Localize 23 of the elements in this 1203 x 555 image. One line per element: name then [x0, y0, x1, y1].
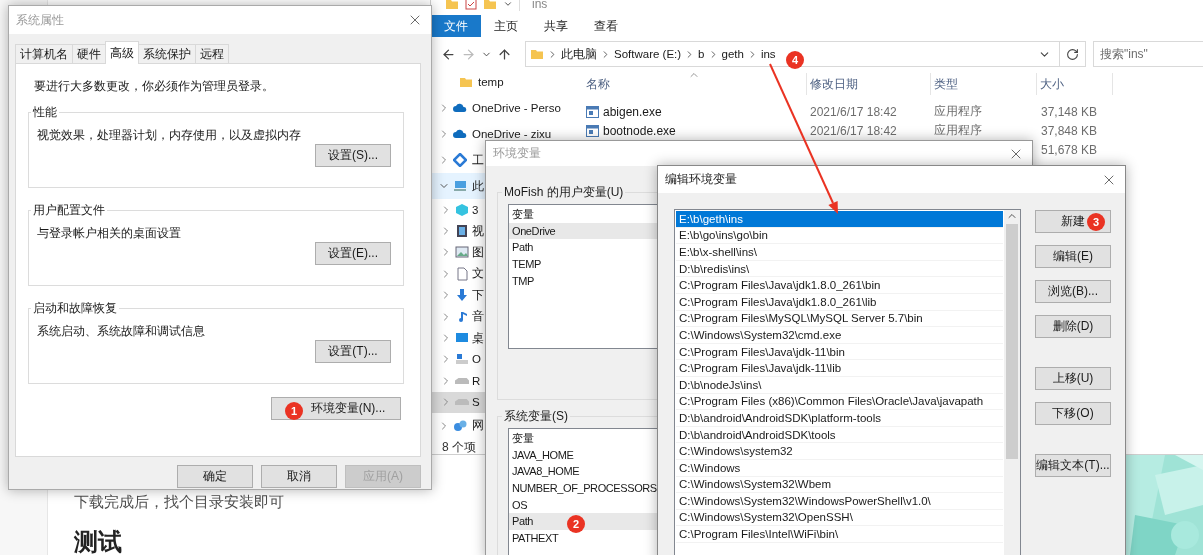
status-text: 8 个项 [442, 438, 476, 454]
file-type: 应用程序 [934, 122, 982, 139]
group-title: 性能 [32, 104, 58, 121]
group-title: 启动和故障恢复 [32, 300, 118, 317]
file-date: 2021/6/17 18:42 [810, 123, 897, 138]
group-title: 系统变量(S) [503, 408, 569, 425]
file-size: 37,148 KB [1040, 104, 1097, 119]
file-size: 37,848 KB [1040, 123, 1097, 138]
window-title: ins [519, 0, 548, 11]
file-type: 应用程序 [934, 103, 982, 120]
window-title: 编辑环境变量 [665, 171, 737, 188]
file-date: 2021/6/17 18:42 [810, 104, 897, 119]
group-description: 视觉效果，处理器计划，内存使用，以及虚拟内存 [37, 127, 302, 144]
group-title: MoFish 的用户变量(U) [503, 184, 625, 201]
group-title: 用户配置文件 [32, 202, 106, 219]
notice-text: 要进行大多数更改，你必须作为管理员登录。 [33, 78, 275, 94]
group-description: 系统启动、系统故障和调试信息 [37, 323, 206, 340]
group-description: 与登录帐户相关的桌面设置 [37, 225, 182, 242]
window-title: 系统属性 [16, 11, 64, 29]
article-heading: 测试 [74, 527, 123, 555]
window-title: 环境变量 [493, 145, 541, 162]
article-text: 下载完成后，找个目录安装即可 [74, 493, 284, 512]
file-size: 51,678 KB [1040, 142, 1097, 157]
